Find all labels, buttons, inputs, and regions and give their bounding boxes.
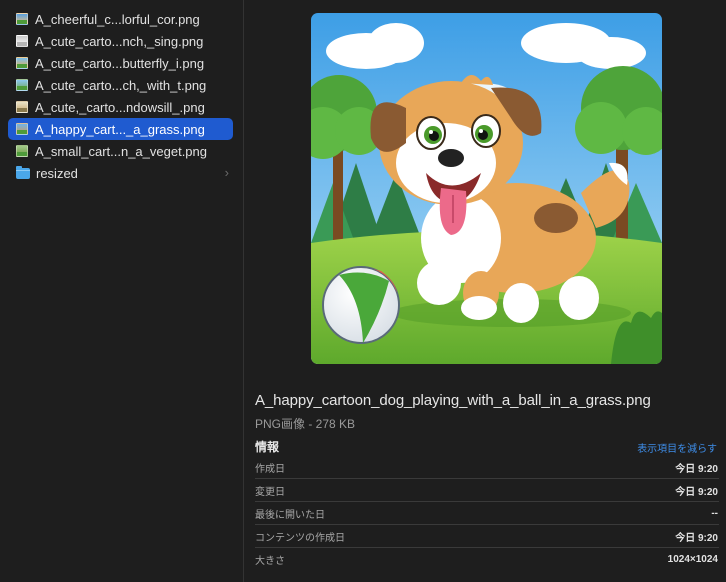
file-item[interactable]: A_cute,_carto...ndowsill_.png: [8, 96, 233, 118]
file-item[interactable]: A_cute_carto...butterfly_i.png: [8, 52, 233, 74]
image-thumbnail-icon: [16, 35, 28, 47]
info-label: コンテンツの作成日: [255, 532, 345, 544]
image-thumbnail-icon: [16, 123, 28, 135]
info-row-modified: 変更日 今日 9:20: [255, 479, 719, 502]
preview-panel: A_happy_cartoon_dog_playing_with_a_ball_…: [244, 0, 726, 582]
finder-window: A_cheerful_c...lorful_cor.png A_cute_car…: [0, 0, 726, 582]
file-name: A_cute_carto...nch,_sing.png: [35, 33, 204, 49]
info-row-created: 作成日 今日 9:20: [255, 456, 719, 479]
image-thumbnail-icon: [16, 79, 28, 91]
folder-name: resized: [36, 165, 78, 181]
info-value: 今日 9:20: [675, 463, 718, 475]
info-value: --: [711, 507, 718, 519]
chevron-right-icon: ›: [224, 165, 229, 180]
file-name: A_cute_carto...ch,_with_t.png: [35, 77, 207, 93]
file-item[interactable]: A_small_cart...n_a_veget.png: [8, 140, 233, 162]
folder-item-resized[interactable]: resized ›: [8, 162, 233, 184]
info-label: 大きさ: [255, 556, 285, 567]
preview-image[interactable]: [311, 13, 662, 364]
file-list-column[interactable]: A_cheerful_c...lorful_cor.png A_cute_car…: [0, 0, 244, 582]
info-table: 作成日 今日 9:20 変更日 今日 9:20 最後に開いた日 -- コンテンツ…: [255, 456, 719, 571]
preview-file-title: A_happy_cartoon_dog_playing_with_a_ball_…: [255, 392, 651, 409]
file-name: A_small_cart...n_a_veget.png: [35, 143, 207, 159]
image-thumbnail-icon: [16, 57, 28, 69]
info-label: 作成日: [255, 463, 285, 475]
info-value: 今日 9:20: [675, 486, 718, 498]
folder-icon: [16, 165, 30, 179]
info-row-last-opened: 最後に開いた日 --: [255, 502, 719, 525]
file-name: A_cute,_carto...ndowsill_.png: [35, 99, 205, 115]
info-row-content-created: コンテンツの作成日 今日 9:20: [255, 525, 719, 548]
file-item[interactable]: A_cute_carto...ch,_with_t.png: [8, 74, 233, 96]
info-value: 今日 9:20: [675, 532, 718, 544]
info-label: 最後に開いた日: [255, 509, 325, 521]
preview-file-subtitle: PNG画像 - 278 KB: [255, 417, 356, 431]
cartoon-dog-illustration: [311, 13, 662, 364]
file-item-selected[interactable]: A_happy_cart..._a_grass.png: [8, 118, 233, 140]
image-thumbnail-icon: [16, 101, 28, 113]
info-value: 1024×1024: [667, 554, 718, 565]
show-less-link[interactable]: 表示項目を減らす: [637, 440, 717, 455]
info-row-dimensions: 大きさ 1024×1024: [255, 548, 719, 571]
image-thumbnail-icon: [16, 13, 28, 25]
info-label: 変更日: [255, 486, 285, 498]
file-name: A_happy_cart..._a_grass.png: [35, 121, 205, 137]
image-thumbnail-icon: [16, 145, 28, 157]
file-name: A_cheerful_c...lorful_cor.png: [35, 11, 200, 27]
file-item[interactable]: A_cute_carto...nch,_sing.png: [8, 30, 233, 52]
file-item[interactable]: A_cheerful_c...lorful_cor.png: [8, 8, 233, 30]
info-section-header: 情報: [255, 440, 280, 454]
file-name: A_cute_carto...butterfly_i.png: [35, 55, 205, 71]
